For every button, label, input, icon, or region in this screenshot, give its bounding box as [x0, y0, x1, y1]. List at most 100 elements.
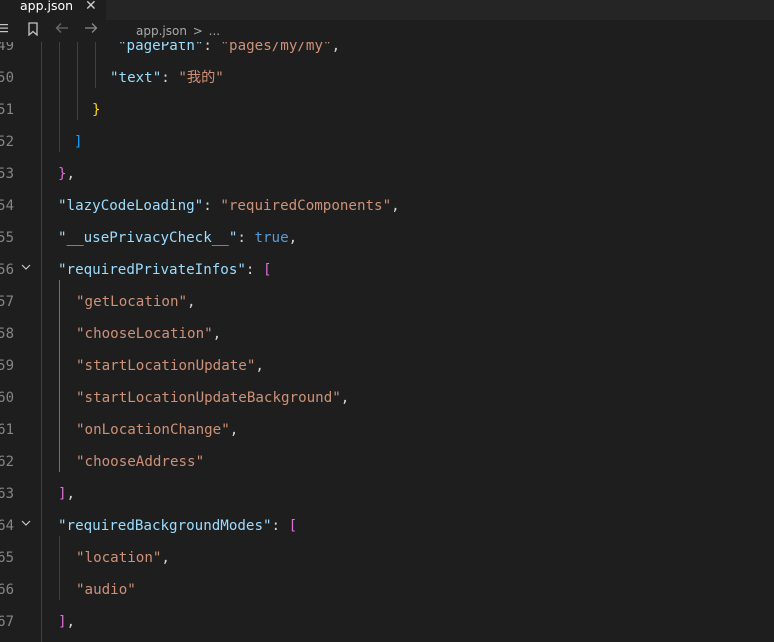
code-line[interactable]: 62 "chooseAddress": [0, 448, 774, 480]
code-line[interactable]: 59 "startLocationUpdate",: [0, 352, 774, 384]
code-line[interactable]: 50 "text": "我的": [0, 64, 774, 96]
code-token: "startLocationUpdateBackground": [76, 390, 341, 406]
code-line[interactable]: 66 "audio": [0, 576, 774, 608]
code-token: "requiredPrivateInfos": [58, 262, 246, 278]
code-line[interactable]: 51}: [0, 96, 774, 128]
code-line[interactable]: 55 "__usePrivacyCheck__": true,: [0, 224, 774, 256]
editor-window: app.json ✕ app.json > ... 49 "pagePath": …: [0, 0, 774, 642]
code-token: :: [237, 230, 255, 246]
breadcrumb-more[interactable]: ...: [209, 24, 220, 38]
code-text: "getLocation",: [76, 292, 196, 312]
close-icon[interactable]: ✕: [85, 0, 97, 14]
code-line[interactable]: 61 "onLocationChange",: [0, 416, 774, 448]
code-token: ,: [391, 198, 400, 214]
code-text: "pagePath": "pages/my/my",: [118, 42, 340, 56]
code-text: "location",: [76, 548, 170, 568]
line-number: 61: [0, 422, 14, 438]
code-line[interactable]: 60 "startLocationUpdateBackground",: [0, 384, 774, 416]
code-line[interactable]: 67],: [0, 608, 774, 640]
code-text: ],: [58, 612, 75, 632]
code-text: "__usePrivacyCheck__": true,: [58, 228, 297, 248]
code-token: "__usePrivacyCheck__": [58, 230, 238, 246]
line-number: 64: [0, 518, 14, 534]
code-token: "location": [76, 550, 162, 566]
code-token: :: [203, 198, 221, 214]
code-token: ,: [66, 614, 76, 630]
tab-bar: app.json ✕: [0, 0, 774, 20]
code-token: ,: [288, 230, 298, 246]
line-number: 63: [0, 486, 14, 502]
code-token: :: [271, 518, 289, 534]
list-icon[interactable]: [0, 22, 9, 40]
code-token: ,: [212, 326, 222, 342]
code-token: "getLocation": [76, 294, 188, 310]
code-text: ]: [74, 132, 83, 152]
code-token: ,: [229, 422, 239, 438]
breadcrumb[interactable]: app.json > ...: [136, 22, 220, 40]
code-line[interactable]: 53},: [0, 160, 774, 192]
line-number: 51: [0, 102, 14, 118]
code-token: :: [245, 262, 264, 278]
code-line[interactable]: 56 "requiredPrivateInfos": [: [0, 256, 774, 288]
code-line[interactable]: 52]: [0, 128, 774, 160]
code-text: "text": "我的": [110, 68, 224, 88]
code-text: "requiredBackgroundModes": [: [58, 516, 297, 536]
tab-title: app.json: [20, 0, 74, 13]
back-arrow-icon[interactable]: [55, 22, 69, 40]
line-number: 67: [0, 614, 14, 630]
code-line[interactable]: 58 "chooseLocation",: [0, 320, 774, 352]
code-line[interactable]: 54 "lazyCodeLoading": "requiredComponents…: [0, 192, 774, 224]
code-token: [: [288, 518, 298, 534]
code-token: "requiredBackgroundModes": [58, 518, 272, 534]
code-token: ,: [66, 486, 76, 502]
code-text: "lazyCodeLoading": "requiredComponents",: [58, 196, 400, 216]
line-number: 49: [0, 42, 14, 54]
breadcrumb-separator: >: [192, 24, 203, 38]
line-number: 57: [0, 294, 14, 310]
code-token: "chooseAddress": [76, 454, 205, 470]
line-number: 56: [0, 262, 14, 278]
code-token: ,: [340, 390, 350, 406]
code-token: }: [58, 166, 67, 182]
code-text: "chooseLocation",: [76, 324, 221, 344]
code-text: "audio": [76, 580, 136, 600]
code-token: :: [161, 70, 179, 86]
code-token: "text": [110, 70, 162, 86]
code-token: ,: [187, 294, 196, 310]
code-token: [: [263, 262, 272, 278]
code-text: ],: [58, 484, 75, 504]
breadcrumb-toolbar: app.json > ...: [0, 20, 774, 42]
code-token: "pages/my/my": [220, 42, 332, 54]
code-token: ]: [58, 486, 67, 502]
tab-app-json[interactable]: app.json ✕: [0, 0, 106, 20]
code-token: ]: [58, 614, 67, 630]
line-number: 66: [0, 582, 14, 598]
line-number: 60: [0, 390, 14, 406]
chevron-down-icon[interactable]: [20, 516, 32, 534]
breadcrumb-file[interactable]: app.json: [136, 24, 187, 38]
code-text: "startLocationUpdate",: [76, 356, 264, 376]
line-number: 65: [0, 550, 14, 566]
code-token: ,: [331, 42, 341, 54]
code-line[interactable]: 49 "pagePath": "pages/my/my",: [0, 42, 774, 64]
chevron-down-icon[interactable]: [20, 260, 32, 278]
line-number: 52: [0, 134, 14, 150]
bookmark-icon[interactable]: [27, 22, 39, 42]
code-token: "lazyCodeLoading": [58, 198, 204, 214]
code-token: ,: [255, 358, 264, 374]
line-number: 53: [0, 166, 14, 182]
code-token: "requiredComponents": [220, 198, 392, 214]
code-line[interactable]: 65 "location",: [0, 544, 774, 576]
forward-arrow-icon[interactable]: [84, 22, 98, 40]
code-token: "audio": [76, 582, 136, 598]
code-token: "startLocationUpdate": [76, 358, 256, 374]
code-editor[interactable]: 49 "pagePath": "pages/my/my", 50 "text": "我…: [0, 42, 774, 642]
code-token: "onLocationChange": [76, 422, 230, 438]
code-line[interactable]: 57 "getLocation",: [0, 288, 774, 320]
code-token: :: [203, 42, 221, 54]
code-line[interactable]: 64 "requiredBackgroundModes": [: [0, 512, 774, 544]
code-line[interactable]: 63],: [0, 480, 774, 512]
line-number: 58: [0, 326, 14, 342]
code-text: "requiredPrivateInfos": [: [58, 260, 272, 280]
line-number: 59: [0, 358, 14, 374]
